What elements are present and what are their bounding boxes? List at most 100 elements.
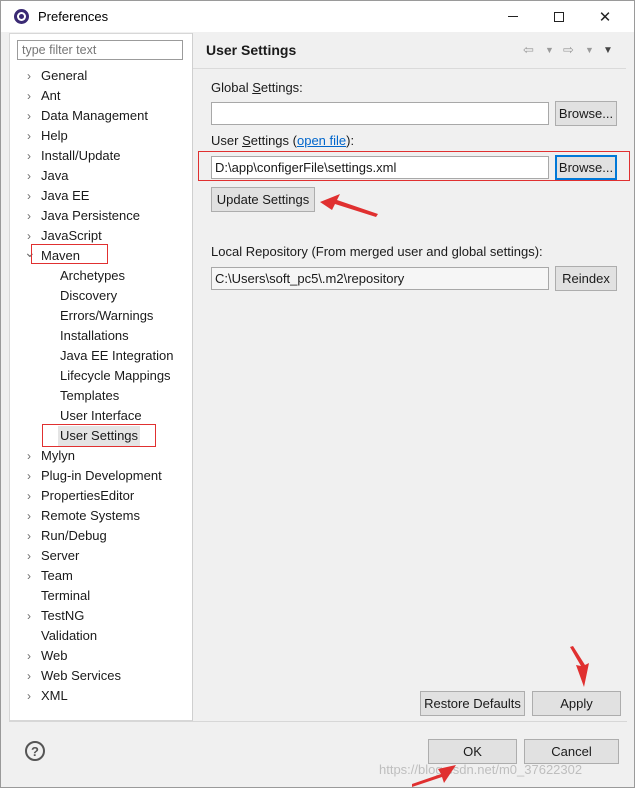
chevron-down-icon[interactable]: ⌄ bbox=[24, 242, 36, 262]
chevron-right-icon[interactable]: › bbox=[24, 66, 34, 86]
forward-arrow-icon[interactable]: ⇨ bbox=[563, 42, 574, 58]
chevron-right-icon[interactable]: › bbox=[24, 546, 34, 566]
chevron-right-icon[interactable]: › bbox=[24, 686, 34, 706]
chevron-right-icon[interactable]: › bbox=[24, 126, 34, 146]
tree-item-templates[interactable]: Templates bbox=[10, 386, 192, 406]
tree-item-user-interface[interactable]: User Interface bbox=[10, 406, 192, 426]
tree-item-label: Lifecycle Mappings bbox=[60, 368, 171, 383]
window-title: Preferences bbox=[38, 9, 109, 24]
tree-item-help[interactable]: › Help bbox=[10, 126, 192, 146]
watermark: https://blog.csdn.net/m0_37622302 bbox=[379, 762, 583, 777]
chevron-right-icon[interactable]: › bbox=[24, 206, 34, 226]
maximize-button[interactable] bbox=[536, 1, 582, 32]
footer-divider bbox=[9, 721, 627, 722]
tree-item-remote-systems[interactable]: › Remote Systems bbox=[10, 506, 192, 526]
tree-item-installations[interactable]: Installations bbox=[10, 326, 192, 346]
page-navigation: ⇦ ▼ ⇨ ▼ ▼ bbox=[523, 42, 623, 58]
tree-item-propertieseditor[interactable]: › PropertiesEditor bbox=[10, 486, 192, 506]
tree-item-label: Installations bbox=[60, 328, 129, 343]
header-divider bbox=[193, 68, 626, 69]
tree-item-maven[interactable]: ⌄ Maven bbox=[10, 244, 192, 266]
chevron-right-icon[interactable]: › bbox=[24, 106, 34, 126]
tree-item-run-debug[interactable]: › Run/Debug bbox=[10, 526, 192, 546]
chevron-right-icon[interactable]: › bbox=[24, 506, 34, 526]
apply-button[interactable]: Apply bbox=[532, 691, 621, 716]
tree-item-label: Web Services bbox=[41, 668, 121, 683]
preference-tree: › General › Ant › Data Management › Help › Instal… bbox=[10, 66, 192, 706]
back-arrow-icon[interactable]: ⇦ bbox=[523, 42, 534, 58]
chevron-right-icon[interactable]: › bbox=[24, 606, 34, 626]
tree-item-team[interactable]: › Team bbox=[10, 566, 192, 586]
help-icon[interactable]: ? bbox=[25, 741, 45, 761]
tree-item-errors-warnings[interactable]: Errors/Warnings bbox=[10, 306, 192, 326]
tree-item-xml[interactable]: › XML bbox=[10, 686, 192, 706]
tree-item-label: Terminal bbox=[41, 588, 91, 603]
tree-item-javascript[interactable]: › JavaScript bbox=[10, 226, 192, 246]
tree-item-java-ee-integration[interactable]: Java EE Integration bbox=[10, 346, 192, 366]
tree-item-ant[interactable]: › Ant bbox=[10, 86, 192, 106]
cancel-button[interactable]: Cancel bbox=[524, 739, 619, 764]
tree-item-java-persistence[interactable]: › Java Persistence bbox=[10, 206, 192, 226]
open-file-link[interactable]: open file bbox=[297, 133, 346, 148]
tree-item-label: Web bbox=[41, 648, 68, 663]
chevron-right-icon[interactable]: › bbox=[24, 186, 34, 206]
page-title: User Settings bbox=[206, 42, 297, 58]
tree-item-label: Java EE bbox=[41, 188, 90, 203]
chevron-right-icon[interactable]: › bbox=[24, 166, 34, 186]
tree-item-label: JavaScript bbox=[41, 228, 102, 243]
tree-item-testng[interactable]: › TestNG bbox=[10, 606, 192, 626]
update-settings-button[interactable]: Update Settings bbox=[211, 187, 315, 212]
tree-item-label: XML bbox=[41, 688, 68, 703]
chevron-right-icon[interactable]: › bbox=[24, 526, 34, 546]
maximize-icon bbox=[554, 11, 564, 22]
global-browse-button[interactable]: Browse... bbox=[555, 101, 617, 126]
tree-item-java-ee[interactable]: › Java EE bbox=[10, 186, 192, 206]
chevron-right-icon[interactable]: › bbox=[24, 486, 34, 506]
user-browse-button[interactable]: Browse... bbox=[555, 155, 617, 180]
chevron-right-icon[interactable]: › bbox=[24, 86, 34, 106]
tree-item-java[interactable]: › Java bbox=[10, 166, 192, 186]
tree-item-general[interactable]: › General bbox=[10, 66, 192, 86]
global-settings-label: Global Settings: bbox=[211, 80, 303, 95]
tree-item-plug-in-development[interactable]: › Plug-in Development bbox=[10, 466, 192, 486]
user-settings-field[interactable]: D:\app\configerFile\settings.xml bbox=[211, 156, 549, 179]
chevron-right-icon[interactable]: › bbox=[24, 666, 34, 686]
tree-item-lifecycle-mappings[interactable]: Lifecycle Mappings bbox=[10, 366, 192, 386]
tree-item-terminal[interactable]: Terminal bbox=[10, 586, 192, 606]
tree-item-archetypes[interactable]: Archetypes bbox=[10, 266, 192, 286]
ok-button[interactable]: OK bbox=[428, 739, 517, 764]
back-menu-chevron-icon[interactable]: ▼ bbox=[545, 45, 554, 55]
tree-item-install-update[interactable]: › Install/Update bbox=[10, 146, 192, 166]
view-menu-icon[interactable]: ▼ bbox=[603, 45, 613, 56]
tree-item-data-management[interactable]: › Data Management bbox=[10, 106, 192, 126]
chevron-right-icon[interactable]: › bbox=[24, 646, 34, 666]
tree-item-label: Plug-in Development bbox=[41, 468, 162, 483]
tree-item-label: Java Persistence bbox=[41, 208, 140, 223]
tree-item-discovery[interactable]: Discovery bbox=[10, 286, 192, 306]
tree-item-server[interactable]: › Server bbox=[10, 546, 192, 566]
tree-item-label: Templates bbox=[60, 388, 120, 403]
minimize-button[interactable] bbox=[490, 1, 536, 32]
tree-item-mylyn[interactable]: › Mylyn bbox=[10, 446, 192, 466]
tree-item-label: Install/Update bbox=[41, 148, 121, 163]
tree-item-web[interactable]: › Web bbox=[10, 646, 192, 666]
close-icon: ✕ bbox=[598, 8, 612, 26]
tree-item-label: Server bbox=[41, 548, 80, 563]
tree-item-label: Mylyn bbox=[41, 448, 75, 463]
forward-menu-chevron-icon[interactable]: ▼ bbox=[585, 45, 594, 55]
chevron-right-icon[interactable]: › bbox=[24, 466, 34, 486]
chevron-right-icon[interactable]: › bbox=[24, 566, 34, 586]
tree-item-label: General bbox=[41, 68, 88, 83]
tree-item-label: Help bbox=[41, 128, 68, 143]
tree-item-user-settings[interactable]: User Settings bbox=[10, 426, 192, 446]
reindex-button[interactable]: Reindex bbox=[555, 266, 617, 291]
filter-input[interactable] bbox=[17, 40, 183, 60]
minimize-icon bbox=[508, 16, 518, 17]
close-button[interactable]: ✕ bbox=[582, 1, 628, 32]
restore-defaults-button[interactable]: Restore Defaults bbox=[420, 691, 525, 716]
chevron-right-icon[interactable]: › bbox=[24, 446, 34, 466]
tree-item-web-services[interactable]: › Web Services bbox=[10, 666, 192, 686]
chevron-right-icon[interactable]: › bbox=[24, 146, 34, 166]
global-settings-field[interactable] bbox=[211, 102, 549, 125]
tree-item-validation[interactable]: Validation bbox=[10, 626, 192, 646]
